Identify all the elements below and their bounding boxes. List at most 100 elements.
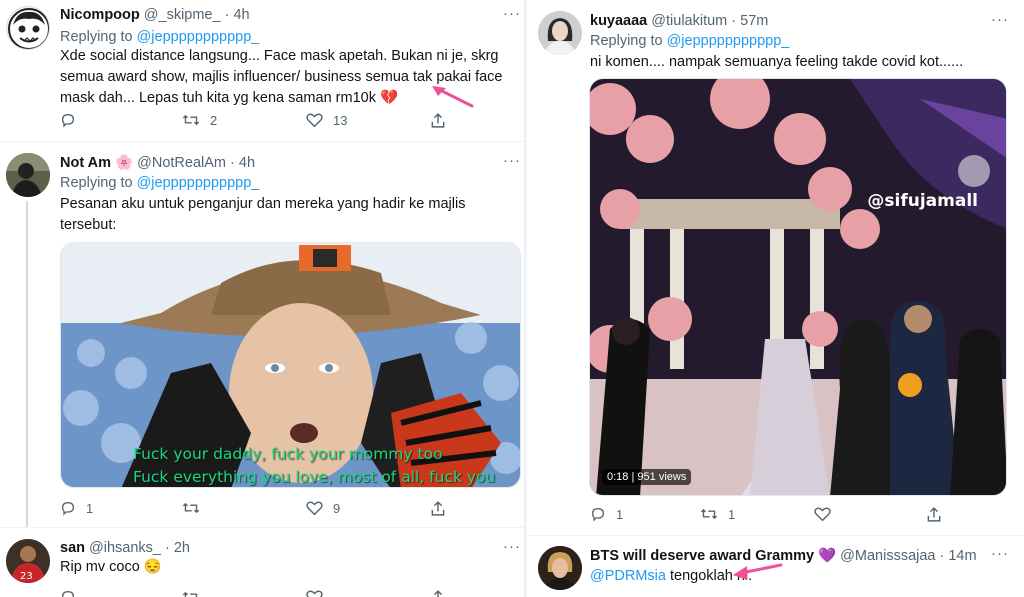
like-count: 9 <box>333 500 341 516</box>
annotation-arrow-icon <box>432 86 474 108</box>
reply-button[interactable] <box>60 112 86 128</box>
share-button[interactable] <box>430 589 446 597</box>
woman-photo-icon <box>538 11 582 55</box>
heart-icon <box>814 507 831 522</box>
mention-link[interactable]: @PDRMsia <box>590 568 666 584</box>
more-options-icon[interactable]: ··· <box>991 545 1009 562</box>
like-count: 13 <box>333 112 348 128</box>
retweet-icon <box>182 502 200 514</box>
gif-media[interactable]: Fuck your daddy, fuck your mommy too Fuc… <box>60 242 521 488</box>
heart-icon <box>306 501 323 516</box>
tweet-not-am[interactable]: Not Am 🌸 @NotRealAm · 4h ··· Replying to… <box>0 143 524 528</box>
tweet-bts-grammy[interactable]: BTS will deserve award Grammy 💜 @Manisss… <box>527 537 1024 597</box>
display-name[interactable]: kuyaaaa <box>590 13 647 29</box>
display-name[interactable]: san <box>60 540 85 556</box>
replying-to-link[interactable]: @jeppppppppppp_ <box>137 175 260 191</box>
more-options-icon[interactable]: ··· <box>503 5 521 22</box>
tweet-san[interactable]: 23 san @ihsanks_ · 2h ··· Rip mv coco 😔 <box>0 529 524 597</box>
user-handle[interactable]: @NotRealAm <box>137 155 226 171</box>
replying-to-link[interactable]: @jeppppppppppp_ <box>667 33 790 49</box>
media-caption-line-2: Fuck everything you love, most of all, f… <box>133 468 496 486</box>
like-button[interactable] <box>306 589 323 597</box>
broken-heart-emoji: 💔 <box>379 90 399 106</box>
retweet-icon <box>182 591 198 597</box>
tweet-kuyaaaa[interactable]: kuyaaaa @tiulakitum · 57m ··· Replying t… <box>527 0 1024 536</box>
display-name[interactable]: Nicompoop <box>60 7 140 23</box>
media-caption-line-1: Fuck your daddy, fuck your mommy too <box>133 445 443 463</box>
reply-button[interactable]: 1 <box>60 500 93 516</box>
video-stats-badge: 0:18 | 951 views <box>602 469 692 485</box>
share-icon <box>431 501 445 516</box>
video-media[interactable]: @sifujamall 0:18 | 951 views <box>589 78 1007 496</box>
tweet-text: Rip mv coco <box>60 559 140 575</box>
retweet-count: 1 <box>728 506 736 522</box>
like-button[interactable]: 13 <box>306 112 347 128</box>
timestamp[interactable]: · 4h <box>225 7 250 23</box>
replying-to-label: Replying to <box>60 175 133 191</box>
user-handle[interactable]: @Manisssajaa <box>840 548 935 564</box>
divider <box>0 527 524 528</box>
player-photo-icon: 23 <box>6 539 50 583</box>
retweet-icon <box>182 114 200 126</box>
silhouette-photo-icon <box>6 153 50 197</box>
timestamp[interactable]: · 4h <box>230 155 255 171</box>
display-name[interactable]: Not Am <box>60 155 111 171</box>
divider <box>527 535 1024 536</box>
retweet-button[interactable] <box>182 589 200 597</box>
user-handle[interactable]: @ihsanks_ <box>89 540 161 556</box>
like-button[interactable] <box>814 506 841 522</box>
tweet-nicompoop[interactable]: Nicompoop @_skipme_ · 4h ··· Replying to… <box>0 0 524 142</box>
more-options-icon[interactable]: ··· <box>991 11 1009 28</box>
reply-count: 1 <box>616 506 624 522</box>
like-button[interactable]: 9 <box>306 500 340 516</box>
retweet-count: 2 <box>210 112 218 128</box>
person-photo-icon <box>538 546 582 590</box>
retweet-button[interactable]: 2 <box>182 112 217 128</box>
share-icon <box>431 113 445 128</box>
tweet-text: Pesanan aku untuk penganjur dan mereka y… <box>60 196 466 233</box>
user-handle[interactable]: @tiulakitum <box>651 13 727 29</box>
reply-count: 1 <box>86 500 94 516</box>
share-button[interactable] <box>430 112 446 129</box>
reply-button[interactable]: 1 <box>590 506 623 522</box>
retweet-button[interactable] <box>182 500 210 516</box>
pensive-face-emoji: 😔 <box>143 559 162 575</box>
right-thread-panel: kuyaaaa @tiulakitum · 57m ··· Replying t… <box>527 0 1024 597</box>
timestamp[interactable]: · 57m <box>731 13 768 29</box>
timestamp[interactable]: · 2h <box>165 540 190 556</box>
reply-icon <box>591 507 605 522</box>
divider <box>0 141 524 142</box>
avatar[interactable] <box>6 6 50 50</box>
share-icon <box>433 590 443 597</box>
reply-icon <box>61 590 75 597</box>
flower-emoji: 🌸 <box>115 155 134 171</box>
heart-icon <box>306 590 323 597</box>
reply-icon <box>61 501 75 516</box>
avatar[interactable] <box>6 153 50 197</box>
avatar[interactable]: 23 <box>6 539 50 583</box>
retweet-button[interactable]: 1 <box>700 506 735 522</box>
timestamp[interactable]: · 14m <box>940 548 977 564</box>
user-handle[interactable]: @_skipme_ <box>144 7 221 23</box>
tweet-text: ni komen.... nampak semuanya feeling tak… <box>590 54 964 70</box>
cartoon-face-icon <box>8 8 49 49</box>
more-options-icon[interactable]: ··· <box>503 152 521 169</box>
video-duration: 0:18 <box>607 471 629 483</box>
video-frame <box>590 79 1006 495</box>
replying-to-label: Replying to <box>60 29 133 45</box>
share-button[interactable] <box>430 500 446 517</box>
share-button[interactable] <box>926 506 942 523</box>
thread-line <box>26 201 28 528</box>
reply-button[interactable] <box>60 589 76 597</box>
annotation-arrow-icon <box>733 563 783 580</box>
avatar[interactable] <box>538 546 582 590</box>
svg-text:23: 23 <box>20 571 33 582</box>
left-thread-panel: Nicompoop @_skipme_ · 4h ··· Replying to… <box>0 0 525 597</box>
more-options-icon[interactable]: ··· <box>503 538 521 555</box>
video-views: 951 views <box>637 471 687 483</box>
share-icon <box>927 507 941 522</box>
avatar[interactable] <box>538 11 582 55</box>
reply-icon <box>61 113 75 128</box>
replying-to-link[interactable]: @jeppppppppppp_ <box>137 29 260 45</box>
retweet-icon <box>700 508 718 520</box>
